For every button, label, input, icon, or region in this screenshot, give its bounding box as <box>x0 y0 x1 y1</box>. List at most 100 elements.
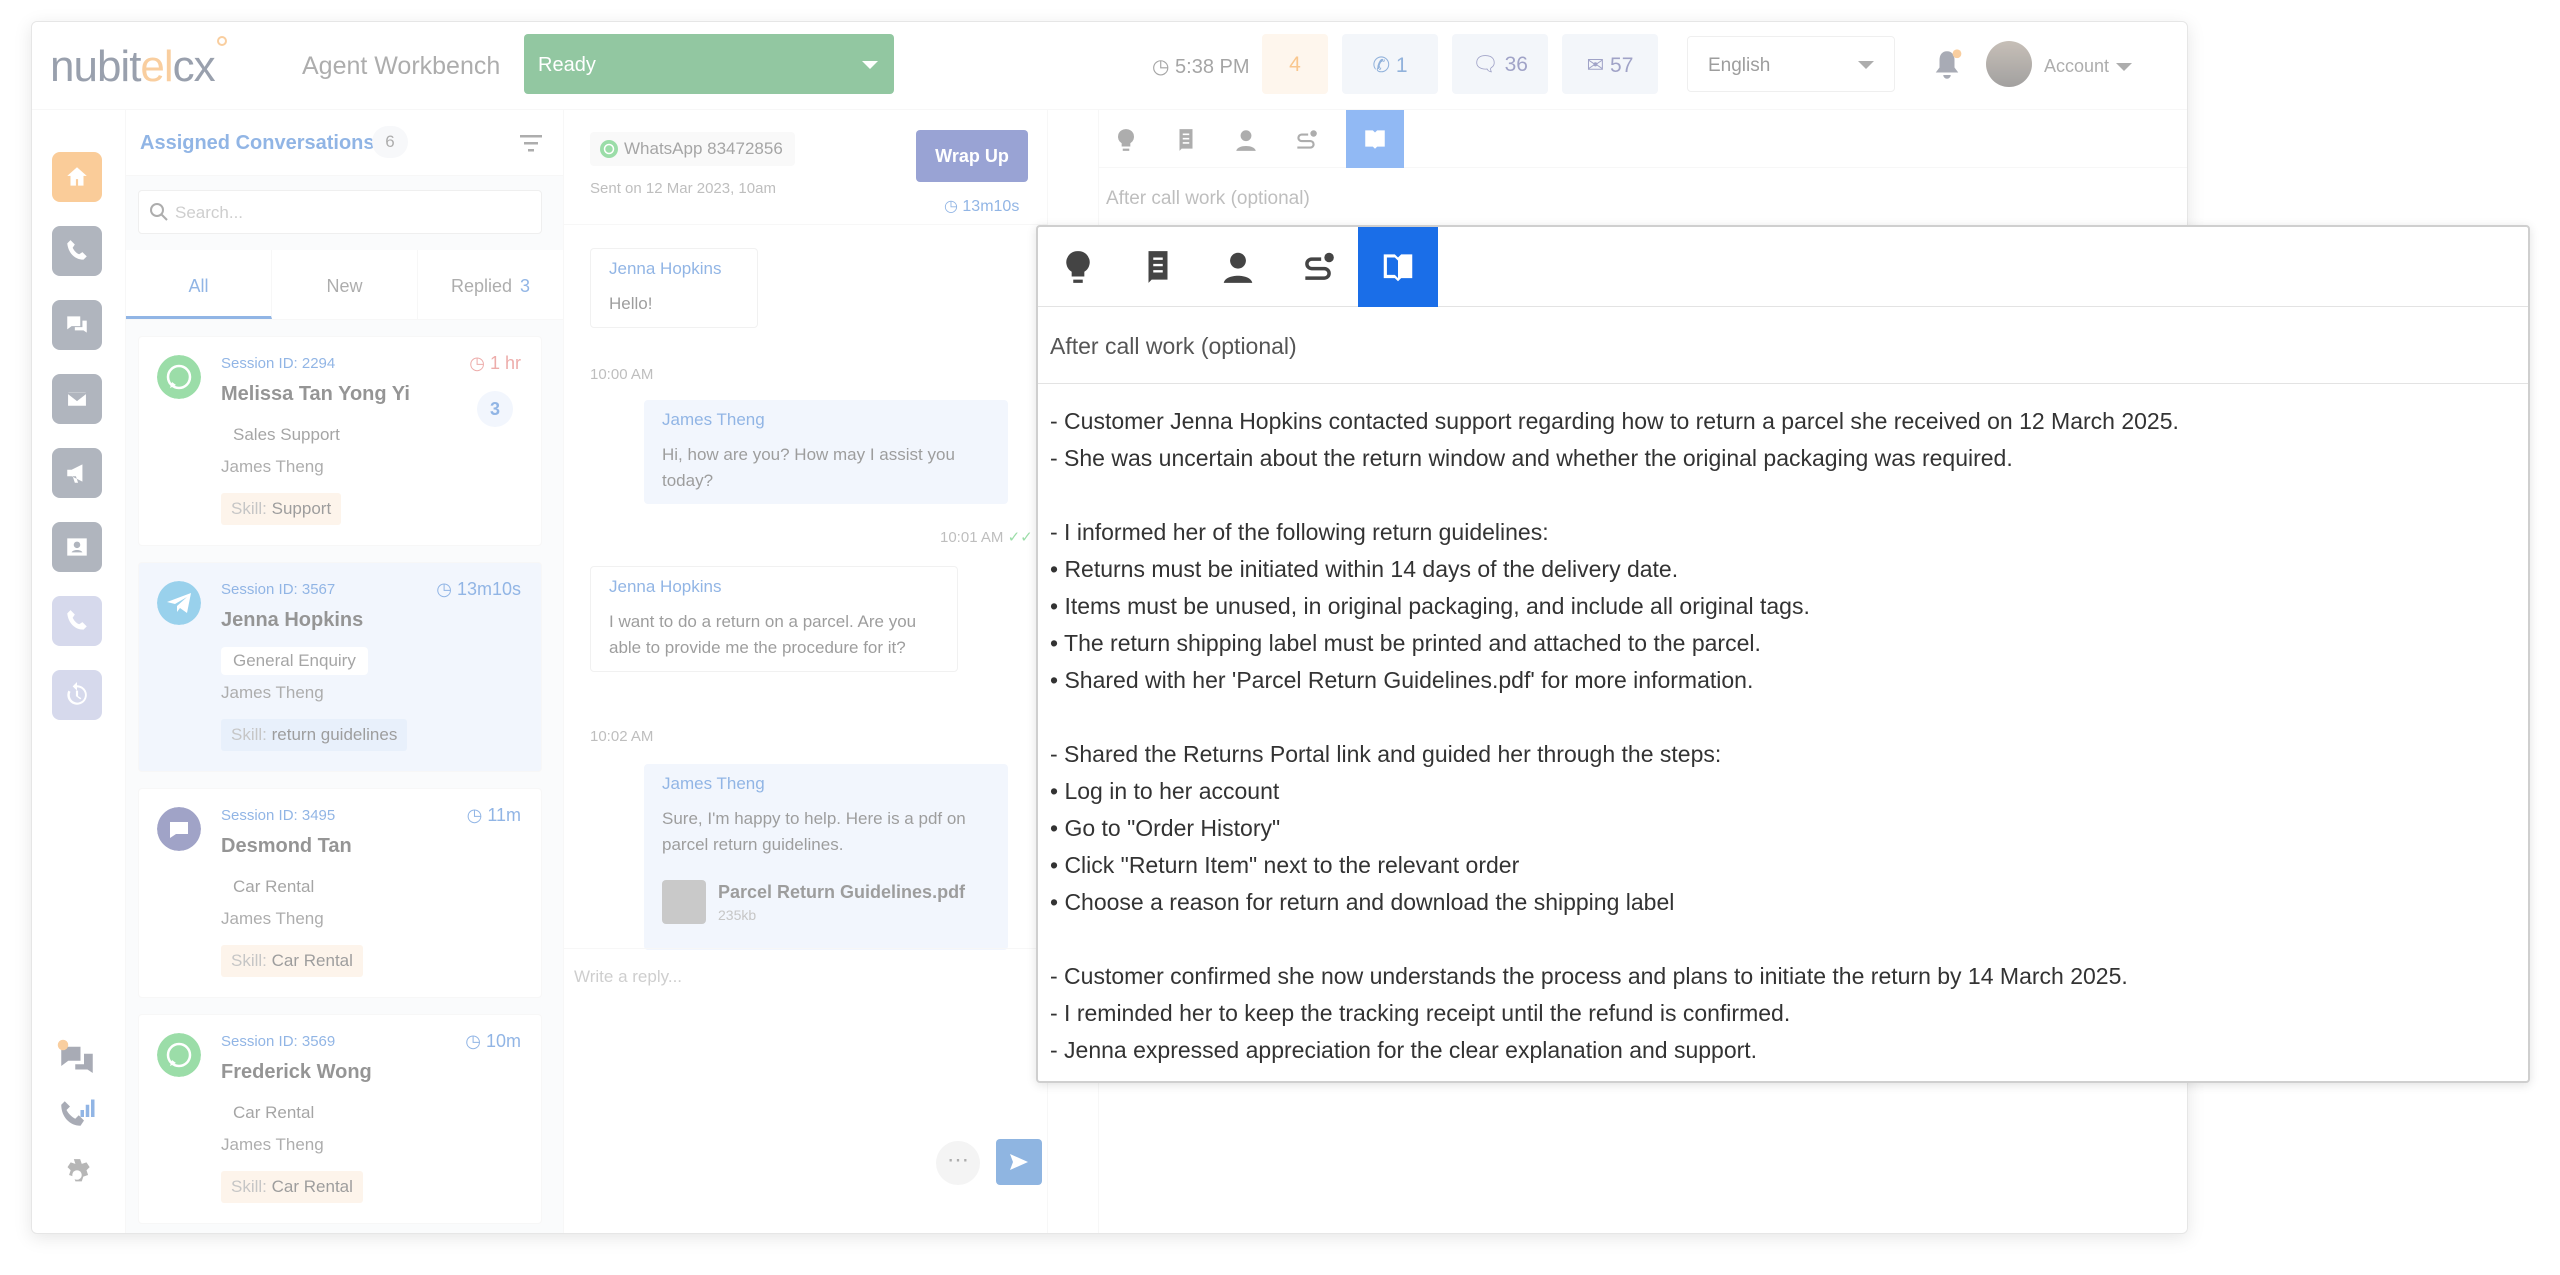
clock-icon: ◷ <box>465 1031 486 1051</box>
note-line: - She was uncertain about the return win… <box>1050 445 2013 471</box>
chats-counter[interactable]: 🗨 36 <box>1452 34 1548 94</box>
nav-campaigns[interactable] <box>52 448 102 498</box>
clock-icon: ◷ <box>466 805 488 825</box>
note-line: • Go to "Order History" <box>1050 815 1281 841</box>
nav-callback[interactable] <box>52 596 102 646</box>
chat-timer: ◷ 13m10s <box>944 198 1020 215</box>
search-input[interactable]: Search... <box>138 190 542 234</box>
tab-replied[interactable]: Replied 3 <box>418 250 563 319</box>
conversation-card[interactable]: Session ID: 3495 ◷ 11m Desmond Tan Car R… <box>138 788 542 998</box>
reply-area[interactable]: Write a reply... ⋯ <box>564 948 1047 1233</box>
mail-icon <box>66 390 88 408</box>
route-icon <box>1297 130 1317 149</box>
note-line: • Shared with her 'Parcel Return Guideli… <box>1050 667 1754 693</box>
clock-icon: ◷ <box>436 579 457 599</box>
notes-tab[interactable] <box>1346 110 1404 168</box>
notes-tab[interactable] <box>1358 227 1438 307</box>
conversation-count-badge: 6 <box>372 126 408 158</box>
note-line: - I reminded her to keep the tracking re… <box>1050 1000 1791 1026</box>
emails-counter[interactable]: ✉ 57 <box>1562 34 1658 94</box>
calls-counter[interactable]: ✆ 1 <box>1342 34 1438 94</box>
incoming-message: Jenna Hopkins Hello! <box>590 248 758 328</box>
avatar[interactable] <box>1986 41 2032 87</box>
queue-counter[interactable]: 4 <box>1262 34 1328 94</box>
search-icon <box>150 203 168 221</box>
nav-home[interactable] <box>52 152 102 202</box>
session-timer: ◷ 10m <box>465 1031 521 1051</box>
wrap-up-button[interactable]: Wrap Up <box>916 130 1028 182</box>
conversation-card[interactable]: Session ID: 3569 ◷ 10m Frederick Wong Ca… <box>138 1014 542 1224</box>
sent-on-text: Sent on 12 Mar 2023, 10am <box>590 180 776 197</box>
conversation-tabs: All New Replied 3 <box>126 250 563 320</box>
bell-icon[interactable] <box>1932 48 1962 82</box>
phone-icon: ✆ <box>1372 54 1396 77</box>
history-icon <box>67 682 87 705</box>
customer-name: Frederick Wong <box>221 1061 372 1083</box>
chat-icon <box>67 316 87 333</box>
script-tab[interactable] <box>1118 227 1198 307</box>
note-line <box>1050 477 2510 514</box>
whatsapp-icon <box>600 140 618 158</box>
home-icon <box>67 167 87 186</box>
note-line: • Click "Return Item" next to the releva… <box>1050 852 1520 878</box>
contact-tab[interactable] <box>1198 227 1278 307</box>
replied-count: 3 <box>520 276 531 296</box>
after-call-work-panel: After call work (optional) - Customer Je… <box>1036 225 2530 1083</box>
session-timer: ◷ 13m10s <box>436 579 521 599</box>
contact-icon <box>1223 252 1253 283</box>
nav-calls[interactable] <box>52 226 102 276</box>
skill-tag: Skill: Car Rental <box>221 945 363 977</box>
send-button[interactable] <box>996 1139 1042 1185</box>
note-line: - Jenna expressed appreciation for the c… <box>1050 1037 1758 1063</box>
acw-label: After call work (optional) <box>1106 188 1310 209</box>
language-select[interactable]: English <box>1687 36 1895 92</box>
pdf-attachment[interactable]: Parcel Return Guidelines.pdf 235kb <box>662 876 990 932</box>
chevron-down-icon[interactable] <box>2116 63 2132 71</box>
nav-contacts[interactable] <box>52 522 102 572</box>
tab-all[interactable]: All <box>126 250 272 319</box>
search-placeholder: Search... <box>175 203 244 222</box>
outgoing-message: James Theng Sure, I'm happy to help. Her… <box>644 764 1008 950</box>
send-icon <box>1010 1154 1028 1170</box>
mail-icon: ✉ <box>1586 54 1611 77</box>
message-time: 10:01 AM ✓✓ <box>940 529 1033 546</box>
phone-signal-icon[interactable] <box>56 1096 98 1138</box>
acw-notes-textarea[interactable]: - Customer Jenna Hopkins contacted suppo… <box>1050 403 2510 1069</box>
customer-name: Melissa Tan Yong Yi <box>221 383 410 405</box>
session-id: Session ID: 3569 <box>221 1033 336 1050</box>
lightbulb-tab[interactable] <box>1038 227 1118 307</box>
lightbulb-tab[interactable] <box>1106 120 1146 160</box>
account-menu[interactable]: Account <box>2044 56 2109 77</box>
clock-icon: ◷ <box>944 198 963 215</box>
whatsapp-icon <box>157 1033 201 1077</box>
note-line: - Shared the Returns Portal link and gui… <box>1050 741 1722 767</box>
route-tab[interactable] <box>1278 227 1358 307</box>
chat-status-icon[interactable] <box>56 1038 98 1080</box>
channel-badge: WhatsApp 83472856 <box>590 132 795 166</box>
note-line <box>1050 921 2510 958</box>
script-icon <box>1179 129 1193 151</box>
tab-new[interactable]: New <box>272 250 418 319</box>
conversation-card[interactable]: Session ID: 2294 ◷ 1 hr Melissa Tan Yong… <box>138 336 542 546</box>
filter-icon[interactable] <box>518 132 544 154</box>
conversation-card-selected[interactable]: Session ID: 3567 ◷ 13m10s Jenna Hopkins … <box>138 562 542 772</box>
contact-tab[interactable] <box>1226 120 1266 160</box>
right-panel-toolbar <box>1098 110 2187 168</box>
nav-email[interactable] <box>52 374 102 424</box>
contact-icon <box>1236 130 1256 151</box>
read-receipt-icon: ✓✓ <box>1007 529 1033 546</box>
nav-chats[interactable] <box>52 300 102 350</box>
gear-icon[interactable] <box>58 1156 96 1194</box>
paperclip-icon <box>662 880 706 924</box>
acw-toolbar <box>1038 227 2528 307</box>
conversation-list-title: Assigned Conversations <box>140 132 375 154</box>
app-title: Agent Workbench <box>302 52 501 80</box>
route-tab[interactable] <box>1286 120 1326 160</box>
assigned-agent: James Theng <box>221 909 324 928</box>
nav-history[interactable] <box>52 670 102 720</box>
more-options-button[interactable]: ⋯ <box>936 1141 980 1185</box>
assigned-agent: James Theng <box>221 457 324 476</box>
script-tab[interactable] <box>1166 120 1206 160</box>
note-line: • Items must be unused, in original pack… <box>1050 593 1810 619</box>
agent-status-dropdown[interactable]: Ready <box>524 34 894 94</box>
